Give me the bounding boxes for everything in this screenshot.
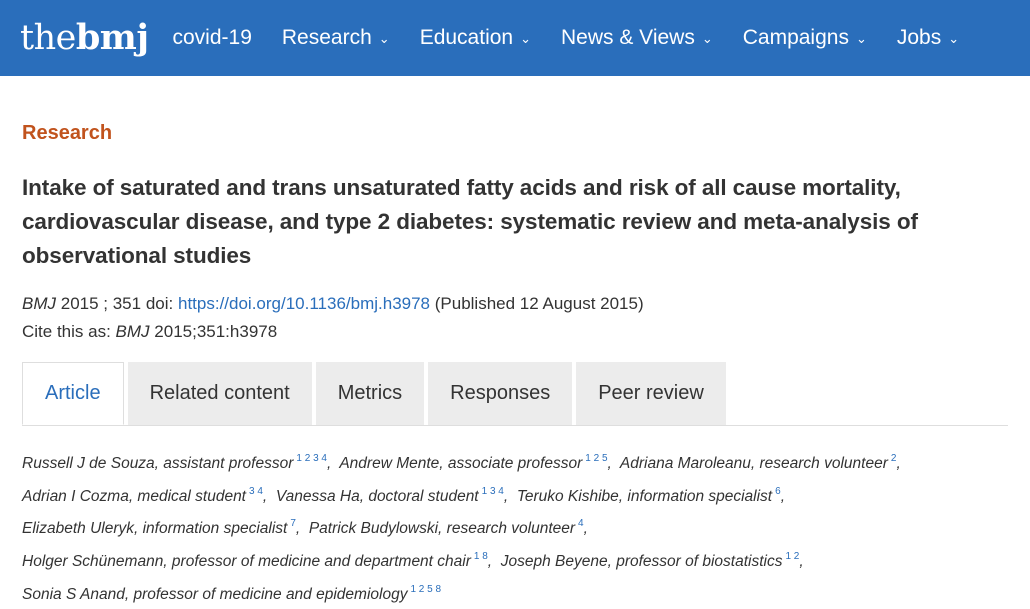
site-header: thebmj covid-19 Research ⌄ Education ⌄ News &… (0, 0, 1030, 76)
author-entry[interactable]: Vanessa Ha, doctoral student 1 3 4 (275, 486, 504, 505)
author-name: Patrick Budylowski, research volunteer (308, 520, 576, 538)
logo-bmj: bmj (75, 17, 149, 58)
author-line: Elizabeth Uleryk, information specialist… (22, 511, 1008, 544)
nav-item-campaigns[interactable]: Campaigns ⌄ (743, 26, 867, 50)
affiliation-refs[interactable]: 1 3 4 (482, 486, 504, 497)
author-name: Vanessa Ha, doctoral student (275, 487, 479, 505)
nav-item-label: Campaigns (742, 26, 849, 49)
author-entry[interactable]: Adriana Maroleanu, research volunteer 2 (619, 453, 897, 473)
article-header: Research Intake of saturated and trans u… (0, 122, 1030, 609)
author-entry[interactable]: Andrew Mente, associate professor 1 2 5 (339, 453, 607, 473)
author-name: Adriana Maroleanu, research volunteer (619, 455, 888, 473)
author-name: Andrew Mente, associate professor (339, 455, 583, 473)
author-entry[interactable]: Patrick Budylowski, research volunteer 4 (308, 518, 584, 538)
tab-related-content[interactable]: Related content (127, 362, 312, 425)
affiliation-refs[interactable]: 1 2 3 4 (296, 453, 327, 464)
author-separator: , (262, 487, 268, 505)
nav-item-news-views[interactable]: News & Views ⌄ (561, 26, 713, 50)
chevron-down-icon: ⌄ (701, 31, 713, 46)
affiliation-refs[interactable]: 1 2 5 (585, 453, 607, 464)
chevron-down-icon: ⌄ (948, 31, 960, 46)
author-name: Elizabeth Uleryk, information specialist (22, 520, 288, 538)
bmj-logo[interactable]: thebmj (20, 20, 149, 56)
author-entry[interactable]: Russell J de Souza, assistant professor 1… (22, 453, 327, 473)
author-separator: , (487, 553, 493, 571)
nav-item-label: Jobs (896, 26, 942, 49)
affiliation-refs[interactable]: 1 2 (785, 551, 799, 562)
article-meta: BMJ 2015 ; 351 doi: https://doi.org/10.1… (22, 290, 1008, 346)
author-line: Sonia S Anand, professor of medicine and… (22, 577, 1008, 609)
affiliation-refs[interactable]: 1 2 5 8 (410, 584, 441, 595)
author-line: Russell J de Souza, assistant professor 1… (22, 446, 1008, 479)
tab-responses[interactable]: Responses (428, 362, 573, 425)
affiliation-refs[interactable]: 3 4 (249, 486, 263, 497)
journal-name: BMJ (22, 294, 56, 313)
author-separator: , (896, 455, 901, 473)
year-volume: 2015 ; 351 (60, 294, 142, 313)
published-date: (Published 12 August 2015) (434, 294, 644, 313)
author-entry[interactable]: Teruko Kishibe, information specialist 6 (516, 486, 781, 505)
author-name: Adrian I Cozma, medical student (22, 487, 246, 505)
author-entry[interactable]: Holger Schünemann, professor of medicine… (22, 551, 488, 571)
tab-peer-review[interactable]: Peer review (576, 362, 726, 425)
author-separator: , (607, 455, 612, 473)
nav-item-label: Education (419, 26, 514, 49)
author-name: Sonia S Anand, professor of medicine and… (22, 585, 408, 603)
nav-item-covid-19[interactable]: covid-19 (173, 26, 252, 50)
author-separator: , (780, 487, 785, 505)
author-entry[interactable]: Elizabeth Uleryk, information specialist… (22, 518, 296, 538)
author-name: Holger Schünemann, professor of medicine… (22, 553, 471, 571)
nav-item-jobs[interactable]: Jobs ⌄ (897, 26, 959, 50)
author-separator: , (326, 455, 332, 473)
doi-link[interactable]: https://doi.org/10.1136/bmj.h3978 (178, 294, 430, 313)
author-name: Teruko Kishibe, information specialist (516, 487, 773, 505)
tab-article[interactable]: Article (22, 362, 124, 425)
publication-line: BMJ 2015 ; 351 doi: https://doi.org/10.1… (22, 290, 1008, 318)
chevron-down-icon: ⌄ (378, 31, 390, 46)
nav-item-research[interactable]: Research ⌄ (282, 26, 390, 50)
chevron-down-icon: ⌄ (855, 31, 867, 46)
nav-item-education[interactable]: Education ⌄ (420, 26, 531, 50)
affiliation-refs[interactable]: 2 (891, 453, 897, 464)
author-entry[interactable]: Sonia S Anand, professor of medicine and… (22, 584, 441, 603)
main-nav: covid-19 Research ⌄ Education ⌄ News & Views ⌄… (173, 26, 990, 50)
author-separator: , (799, 553, 804, 571)
chevron-down-icon: ⌄ (520, 31, 531, 46)
cite-reference: 2015;351:h3978 (154, 322, 278, 341)
author-line: Holger Schünemann, professor of medicine… (22, 544, 1008, 577)
author-separator: , (583, 520, 588, 538)
article-tabs: Article Related content Metrics Responses Pe… (22, 362, 1008, 426)
article-title: Intake of saturated and trans unsaturate… (22, 175, 918, 268)
author-list: Russell J de Souza, assistant professor 1… (22, 446, 1008, 609)
author-name: Russell J de Souza, assistant professor (22, 455, 294, 473)
logo-the: the (20, 18, 76, 58)
section-label[interactable]: Research (22, 122, 1008, 145)
author-separator: , (295, 520, 301, 538)
nav-item-label: News & Views (561, 26, 695, 49)
author-line: Adrian I Cozma, medical student 3 4, Vane… (22, 479, 1008, 512)
cite-label: Cite this as: (22, 322, 111, 341)
nav-item-label: Research (281, 26, 372, 49)
author-entry[interactable]: Joseph Beyene, professor of biostatistic… (500, 551, 800, 571)
tab-metrics[interactable]: Metrics (315, 362, 425, 425)
author-entry[interactable]: Adrian I Cozma, medical student 3 4 (22, 486, 263, 505)
affiliation-refs[interactable]: 6 (775, 486, 781, 497)
doi-label: doi: (145, 294, 174, 313)
affiliation-refs[interactable]: 1 8 (474, 551, 488, 562)
cite-journal: BMJ (115, 322, 150, 341)
author-separator: , (503, 487, 509, 505)
citation-line: Cite this as: BMJ 2015;351:h3978 (22, 318, 1008, 346)
nav-item-label: covid-19 (172, 26, 252, 49)
author-name: Joseph Beyene, professor of biostatistic… (500, 553, 783, 571)
affiliation-refs[interactable]: 4 (578, 518, 584, 529)
affiliation-refs[interactable]: 7 (290, 518, 296, 529)
